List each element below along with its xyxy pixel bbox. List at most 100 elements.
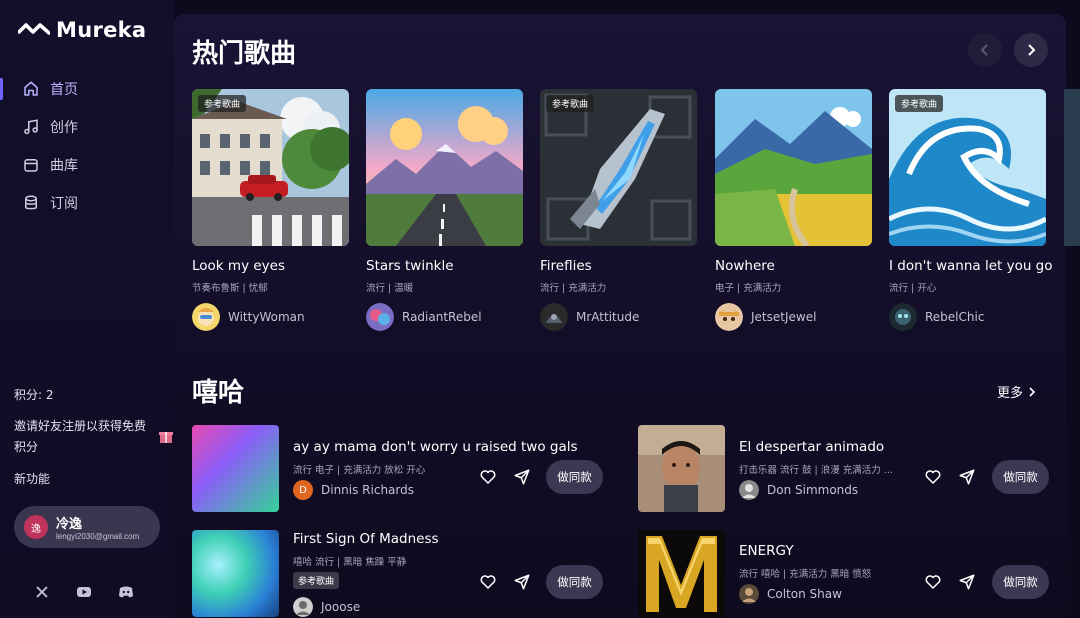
song-author[interactable]: Colton Shaw [739,584,842,604]
song-title[interactable]: Fireflies [540,258,697,274]
share-button[interactable] [513,468,533,488]
author-name: MrAttitude [576,310,640,324]
author-name: Colton Shaw [767,587,842,601]
like-button[interactable] [479,573,499,593]
main-panel: 热门歌曲 参考歌曲 Look my eyes 节奏布鲁斯 | 忧郁 WittyW… [174,14,1066,618]
song-author[interactable]: Don Simmonds [739,480,858,500]
share-button[interactable] [958,573,978,593]
chevron-right-icon [1029,386,1036,397]
song-tags: 流行 电子 | 充满活力 放松 开心 [293,465,426,476]
song-title[interactable]: Stars twinkle [366,258,523,274]
reference-badge: 参考歌曲 [546,95,595,112]
song-title[interactable]: ENERGY [739,543,794,559]
carousel-prev-button[interactable] [968,33,1002,67]
song-author[interactable]: MrAttitude [540,303,697,331]
song-title[interactable]: ay ay mama don't worry u raised two gals [293,439,578,455]
song-author[interactable]: RadiantRebel [366,303,523,331]
carousel-next-button[interactable] [1014,33,1048,67]
user-name: 冷逸 [56,517,83,532]
song-tags: 电子 | 充满活力 [715,283,782,294]
sidebar-item-home[interactable]: 首页 [0,70,174,108]
song-row[interactable]: El despertar animado 打击乐器 流行 鼓 | 浪漫 充满活力… [638,425,1058,513]
send-icon [959,574,975,590]
send-icon [959,469,975,485]
invite-link[interactable]: 邀请好友注册以获得免费积分 [14,416,154,458]
youtube-icon[interactable] [76,584,92,600]
song-tags: 打击乐器 流行 鼓 | 浪漫 充满活力 ... [739,465,893,476]
avatar [715,303,743,331]
song-cover[interactable]: 参考歌曲 [889,89,1046,246]
song-cover[interactable]: 参考歌曲 [192,89,349,246]
avatar [366,303,394,331]
song-tags: 嘻哈 流行 | 黑暗 焦躁 平静 [293,557,407,568]
reference-badge: 参考歌曲 [293,572,340,589]
next-card-peek [1064,89,1080,246]
avatar [739,584,759,604]
song-cover[interactable] [192,530,279,617]
song-title[interactable]: Nowhere [715,258,872,274]
sidebar-item-label: 首页 [50,82,78,98]
make-same-button[interactable]: 做同款 [546,460,603,494]
chevron-left-icon [980,44,988,56]
song-tags: 节奏布鲁斯 | 忧郁 [192,283,268,294]
heart-icon [925,470,941,484]
song-author[interactable]: D Dinnis Richards [293,480,414,500]
make-same-button[interactable]: 做同款 [546,565,603,599]
more-link[interactable]: 更多 [997,382,1037,401]
song-card[interactable]: 参考歌曲 Fireflies 流行 | 充满活力 MrAttitude [540,89,697,331]
author-name: WittyWoman [228,310,305,324]
song-cover[interactable] [715,89,872,246]
app-logo[interactable]: Mureka [18,18,146,42]
avatar [540,303,568,331]
song-cover[interactable] [638,530,725,617]
user-card[interactable]: 逸 冷逸 lengyi2030@gmail.com [14,506,160,548]
section-title-hiphop: 嘻哈 [192,378,245,408]
song-title[interactable]: Look my eyes [192,258,349,274]
sidebar-item-library[interactable]: 曲库 [0,146,174,184]
song-row[interactable]: First Sign Of Madness 嘻哈 流行 | 黑暗 焦躁 平静 参… [192,530,612,618]
song-title[interactable]: First Sign Of Madness [293,531,439,547]
share-button[interactable] [513,573,533,593]
song-title[interactable]: El despertar animado [739,439,884,455]
avatar [293,597,313,617]
song-row[interactable]: ENERGY 流行 嘻哈 | 充满活力 黑暗 愤怒 Colton Shaw 做同… [638,530,1058,618]
share-button[interactable] [958,468,978,488]
x-icon[interactable] [34,584,50,600]
song-row[interactable]: ay ay mama don't worry u raised two gals… [192,425,612,513]
song-card[interactable]: 参考歌曲 Look my eyes 节奏布鲁斯 | 忧郁 WittyWoman [192,89,349,331]
song-card[interactable]: 参考歌曲 I don't wanna let you go 流行 | 开心 Re… [889,89,1053,331]
song-cover[interactable] [366,89,523,246]
user-email: lengyi2030@gmail.com [56,532,140,541]
discord-icon[interactable] [118,584,134,600]
song-author[interactable]: JetsetJewel [715,303,872,331]
author-name: Dinnis Richards [321,483,415,497]
author-name: Jooose [321,600,361,614]
song-tags: 流行 | 温暖 [366,283,414,294]
gift-icon[interactable] [158,428,174,444]
song-author[interactable]: Jooose [293,597,360,617]
song-title[interactable]: I don't wanna let you go [889,258,1053,274]
sidebar-item-create[interactable]: 创作 [0,108,174,146]
song-cover[interactable] [638,425,725,512]
like-button[interactable] [924,573,944,593]
reference-badge: 参考歌曲 [895,95,944,112]
new-features-link[interactable]: 新功能 [14,470,50,487]
reference-badge: 参考歌曲 [198,95,247,112]
sidebar-item-label: 曲库 [50,158,78,174]
song-cover[interactable] [192,425,279,512]
song-author[interactable]: RebelChic [889,303,1046,331]
like-button[interactable] [479,468,499,488]
sidebar-item-label: 创作 [50,120,78,136]
song-tags: 流行 | 开心 [889,283,937,294]
like-button[interactable] [924,468,944,488]
song-author[interactable]: WittyWoman [192,303,349,331]
song-cover[interactable]: 参考歌曲 [540,89,697,246]
sidebar-item-subscribe[interactable]: 订阅 [0,184,174,222]
make-same-button[interactable]: 做同款 [992,460,1049,494]
song-card[interactable]: Stars twinkle 流行 | 温暖 RadiantRebel [366,89,523,331]
song-card[interactable]: Nowhere 电子 | 充满活力 JetsetJewel [715,89,872,331]
library-icon [24,159,38,172]
make-same-button[interactable]: 做同款 [992,565,1049,599]
avatar: 逸 [24,515,48,539]
heart-icon [925,575,941,589]
